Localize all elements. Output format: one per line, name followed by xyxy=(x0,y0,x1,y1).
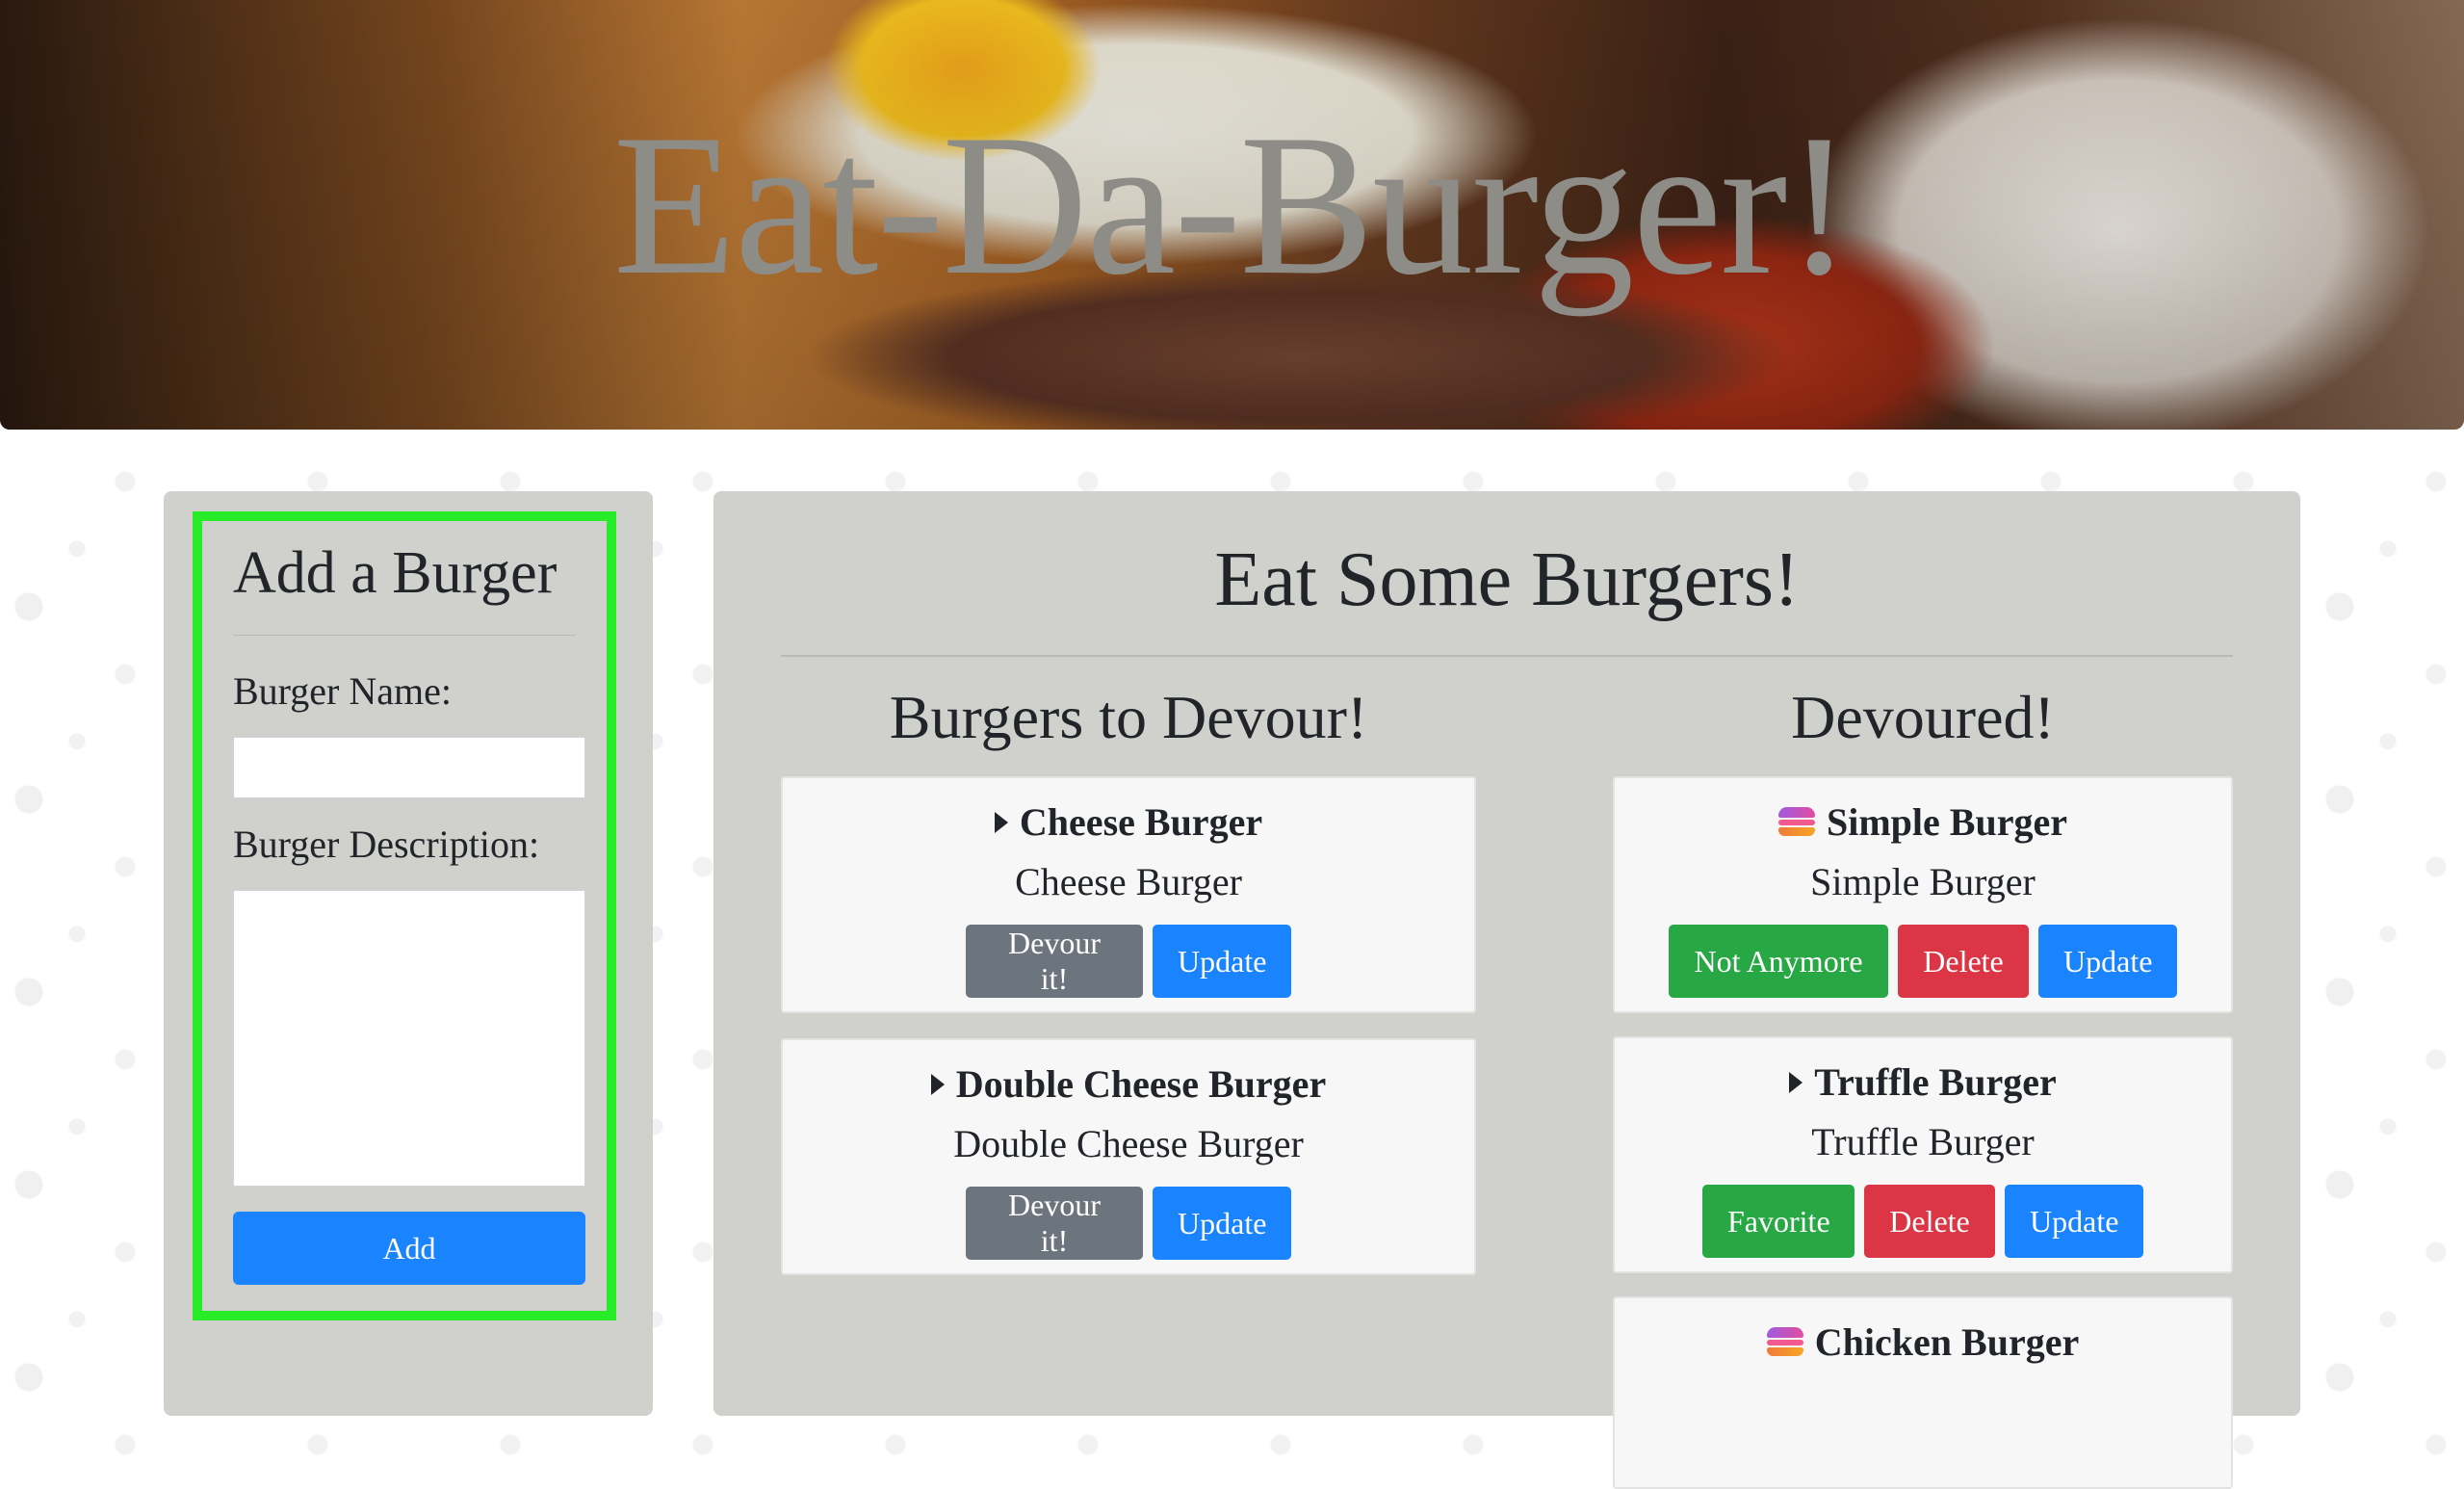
burger-description: Double Cheese Burger xyxy=(953,1122,1304,1165)
burger-description-label: Burger Description: xyxy=(233,823,540,867)
devoured-heading: Devoured! xyxy=(1791,683,2055,751)
burger-card: Double Cheese Burger Double Cheese Burge… xyxy=(781,1038,1476,1275)
form-divider xyxy=(233,635,576,637)
burger-name-label: Burger Name: xyxy=(233,669,452,714)
burger-name: Chicken Burger xyxy=(1814,1320,2080,1364)
burger-name: Simple Burger xyxy=(1827,800,2067,844)
hero-banner: Eat-Da-Burger! xyxy=(0,0,2464,430)
burger-card: Chicken Burger xyxy=(1613,1296,2233,1489)
burger-card: Cheese Burger Cheese Burger Devour it! U… xyxy=(781,776,1476,1013)
update-button[interactable]: Update xyxy=(1153,1187,1291,1260)
to-devour-heading: Burgers to Devour! xyxy=(889,683,1368,751)
burgers-title: Eat Some Burgers! xyxy=(1214,537,1800,622)
burger-name: Cheese Burger xyxy=(1019,800,1263,844)
add-burger-title: Add a Burger xyxy=(233,540,558,606)
update-button[interactable]: Update xyxy=(2038,925,2177,998)
not-anymore-button[interactable]: Not Anymore xyxy=(1669,925,1888,998)
burger-description: Simple Burger xyxy=(1810,860,2036,903)
burger-description-input[interactable] xyxy=(233,890,585,1188)
update-button[interactable]: Update xyxy=(1153,925,1291,998)
favorite-button[interactable]: Favorite xyxy=(1702,1185,1854,1258)
burger-card: Truffle Burger Truffle Burger Favorite D… xyxy=(1613,1036,2233,1273)
burger-description: Truffle Burger xyxy=(1811,1120,2035,1163)
burger-emoji-icon xyxy=(1778,807,1815,838)
caret-right-icon[interactable] xyxy=(930,1074,945,1095)
update-button[interactable]: Update xyxy=(2005,1185,2143,1258)
caret-right-icon[interactable] xyxy=(1789,1072,1803,1093)
burger-name-input[interactable] xyxy=(233,737,585,799)
burgers-panel: Eat Some Burgers! Burgers to Devour! Dev… xyxy=(713,491,2300,1489)
burger-card: Simple Burger Simple Burger Not Anymore … xyxy=(1613,776,2233,1013)
burger-description: Cheese Burger xyxy=(1015,860,1242,903)
burger-name: Truffle Burger xyxy=(1814,1060,2057,1104)
burgers-divider xyxy=(781,655,2233,657)
delete-button[interactable]: Delete xyxy=(1898,925,2029,998)
delete-button[interactable]: Delete xyxy=(1864,1185,1995,1258)
devour-button[interactable]: Devour it! xyxy=(966,925,1143,998)
add-button[interactable]: Add xyxy=(233,1212,585,1286)
caret-right-icon[interactable] xyxy=(994,812,1008,833)
burger-emoji-icon xyxy=(1766,1327,1803,1358)
page-title: Eat-Da-Burger! xyxy=(612,93,1854,317)
burger-name: Double Cheese Burger xyxy=(955,1062,1327,1106)
devour-button[interactable]: Devour it! xyxy=(966,1187,1143,1260)
add-burger-form: Add a Burger Burger Name: Burger Descrip… xyxy=(193,511,616,1320)
